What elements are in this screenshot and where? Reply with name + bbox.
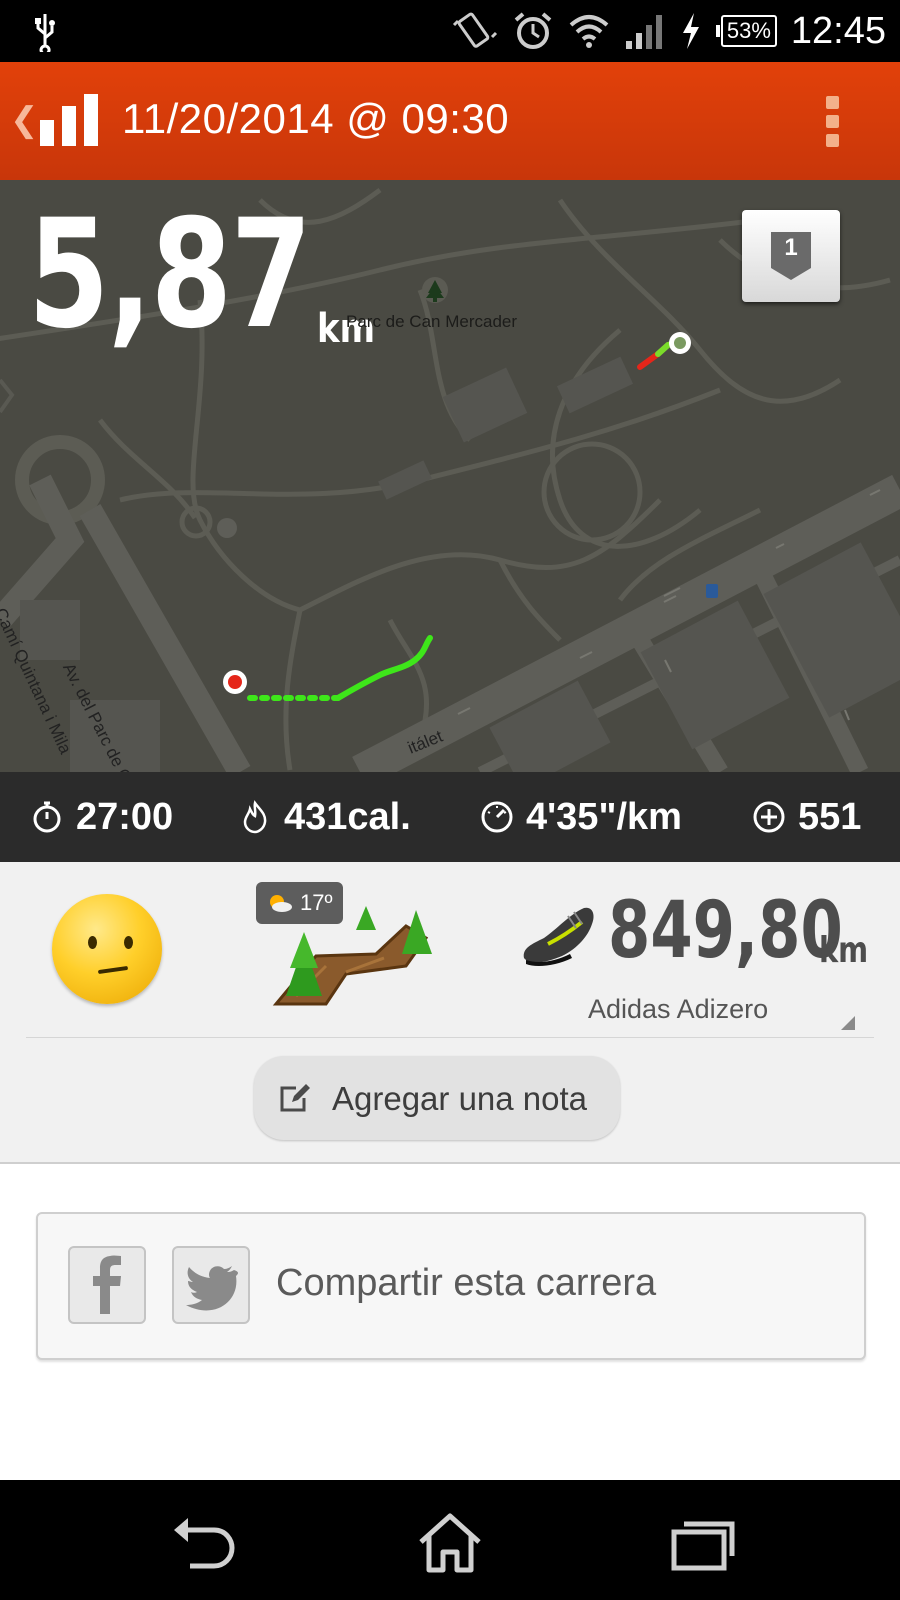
charging-icon xyxy=(682,13,699,49)
flame-icon xyxy=(243,800,267,834)
park-label: Parc de Can Mercader xyxy=(346,312,518,331)
stat-calories: 431cal. xyxy=(238,772,411,862)
facebook-icon xyxy=(93,1255,121,1314)
add-note-button[interactable]: Agregar una nota xyxy=(254,1056,620,1140)
signal-icon xyxy=(625,15,662,49)
stats-bars-icon[interactable] xyxy=(38,92,102,148)
battery-percent: 53% xyxy=(720,15,777,47)
stats-bar: 27:00 431cal. 4'35"/km 551 xyxy=(0,772,900,862)
partly-cloudy-icon xyxy=(270,895,292,912)
usb-icon xyxy=(35,14,55,52)
distance-value: 5,87 xyxy=(28,188,312,362)
lap-button[interactable]: 1 xyxy=(742,210,840,302)
stat-duration: 27:00 xyxy=(30,772,173,862)
nav-recents-icon[interactable] xyxy=(668,1510,738,1576)
run-date-title: 11/20/2014 @ 09:30 xyxy=(122,95,510,142)
wifi-icon xyxy=(569,15,609,48)
lap-number: 1 xyxy=(784,234,798,261)
shoe-dropdown-icon[interactable] xyxy=(841,1016,855,1030)
calories-value: 431cal. xyxy=(284,795,411,838)
stat-pace: 4'35"/km xyxy=(480,772,682,862)
stopwatch-icon xyxy=(33,801,61,833)
battery-icon: 53% xyxy=(715,15,777,47)
share-label: Compartir esta carrera xyxy=(276,1262,657,1304)
divider xyxy=(26,1037,874,1038)
stat-fuel: 551 xyxy=(752,772,861,862)
speedometer-icon xyxy=(481,801,513,833)
edit-note-icon xyxy=(280,1084,310,1112)
neutral-face-icon[interactable] xyxy=(52,894,162,1004)
run-details: 17º 849,80 km Adidas Adizero Agregar una… xyxy=(0,862,900,1164)
twitter-icon xyxy=(186,1266,238,1311)
shoe-distance-unit: km xyxy=(819,930,869,971)
shoe-icon xyxy=(523,907,594,966)
facebook-share-button[interactable] xyxy=(68,1246,146,1324)
nav-back-icon[interactable] xyxy=(170,1510,240,1576)
alarm-icon xyxy=(514,12,552,49)
share-run-panel[interactable]: Compartir esta carrera xyxy=(36,1212,866,1360)
duration-value: 27:00 xyxy=(76,795,174,838)
twitter-share-button[interactable] xyxy=(172,1246,250,1324)
shoe-name[interactable]: Adidas Adizero xyxy=(588,994,768,1025)
fuel-value: 551 xyxy=(798,795,862,838)
shoe-distance: 849,80 xyxy=(608,886,843,976)
back-chevron-icon[interactable]: ❮ xyxy=(10,100,39,140)
weather-badge: 17º xyxy=(256,882,343,924)
status-bar: 53% 12:45 xyxy=(0,0,900,62)
add-note-label: Agregar una nota xyxy=(332,1080,588,1117)
navigation-bar xyxy=(0,1480,900,1600)
pace-value: 4'35"/km xyxy=(526,795,682,838)
vibrate-icon xyxy=(452,12,497,48)
route-map[interactable]: 5,87 km Parc de Can Mercader Av. del Par… xyxy=(0,180,900,772)
fuel-plus-icon xyxy=(753,801,785,833)
action-bar: ❮ 11/20/2014 @ 09:30 xyxy=(0,62,900,180)
nav-home-icon[interactable] xyxy=(415,1510,485,1576)
overflow-menu-icon[interactable] xyxy=(826,96,842,148)
temperature: 17º xyxy=(300,890,333,915)
clock: 12:45 xyxy=(790,9,886,52)
